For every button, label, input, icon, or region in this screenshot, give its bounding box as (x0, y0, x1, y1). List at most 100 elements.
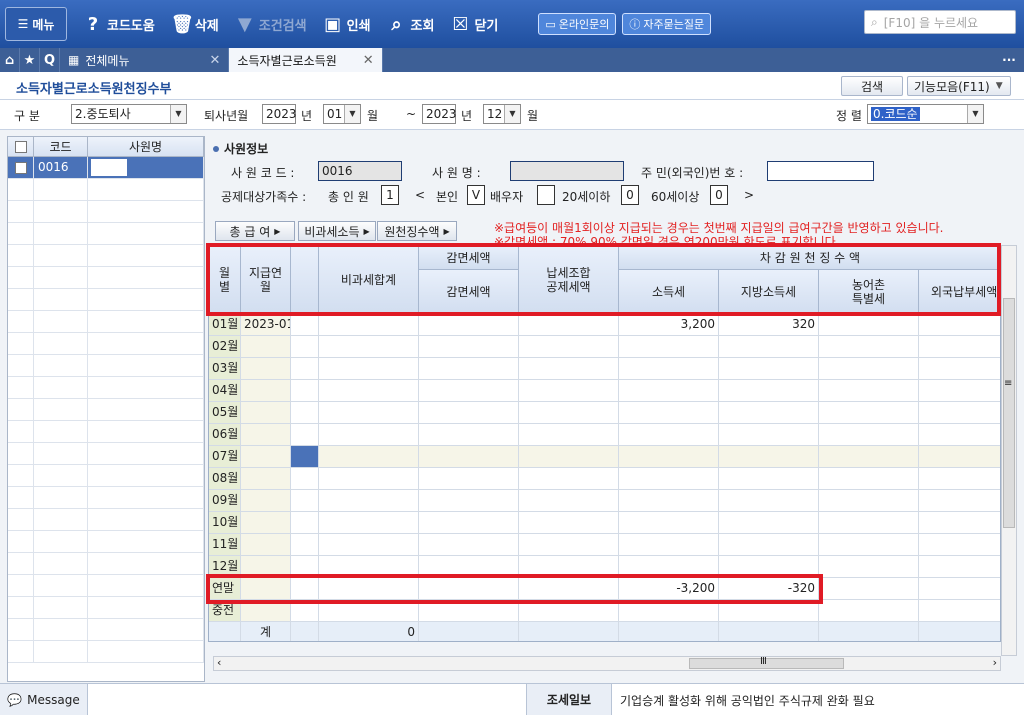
tab-all-menu[interactable]: ▦ 전체메뉴 ✕ (60, 48, 230, 72)
grid-cell-foreign[interactable] (919, 490, 1000, 512)
grid-cell-income[interactable] (619, 468, 719, 490)
grid-cell-income[interactable] (619, 512, 719, 534)
grid-cell-income[interactable] (619, 622, 719, 641)
grid-cell-blank[interactable] (291, 358, 319, 380)
grid-cell-pay[interactable] (241, 446, 291, 468)
grid-cell-nontax[interactable]: 0 (319, 622, 419, 641)
grid-cell-blank[interactable] (291, 578, 319, 600)
grid-cell-rural[interactable] (819, 314, 919, 336)
grid-cell-nontax[interactable] (319, 512, 419, 534)
grid-cell-local[interactable] (719, 380, 819, 402)
grid-cell-local[interactable] (719, 512, 819, 534)
quick-search-icon[interactable]: Q (40, 48, 60, 72)
grid-cell-foreign[interactable] (919, 556, 1000, 578)
grid-cell-union[interactable] (519, 358, 619, 380)
tab-withholding-ledger[interactable]: 소득자별근로소득원 ✕ (229, 48, 383, 72)
grid-cell-union[interactable] (519, 490, 619, 512)
grid-cell-foreign[interactable] (919, 314, 1000, 336)
grid-cell-blank[interactable] (291, 556, 319, 578)
view-button[interactable]: ⌕ 조회 (387, 7, 434, 41)
grid-cell-pay[interactable] (241, 358, 291, 380)
grid-cell-income[interactable] (619, 424, 719, 446)
grid-cell-blank[interactable] (291, 600, 319, 622)
total-persons-field[interactable]: 1 (381, 185, 399, 205)
grid-cell-foreign[interactable] (919, 424, 1000, 446)
home-icon[interactable]: ⌂ (0, 48, 20, 72)
grid-cell-nontax[interactable] (319, 314, 419, 336)
scroll-right-icon[interactable]: › (993, 656, 997, 669)
grid-cell-reduction[interactable] (419, 402, 519, 424)
grid-cell-local[interactable] (719, 534, 819, 556)
grid-cell-union[interactable] (519, 446, 619, 468)
spouse-checkbox[interactable] (537, 185, 555, 205)
grid-row[interactable]: 10월 (209, 512, 1000, 534)
grid-cell-nontax[interactable] (319, 534, 419, 556)
grid-cell-nontax[interactable] (319, 556, 419, 578)
grid-cell-reduction[interactable] (419, 424, 519, 446)
grid-cell-nontax[interactable] (319, 380, 419, 402)
grid-cell-pay[interactable] (241, 512, 291, 534)
grid-cell-blank[interactable] (291, 622, 319, 641)
grid-cell-income[interactable] (619, 336, 719, 358)
horizontal-scrollbar[interactable]: ‹ Ⅲ › (213, 656, 1001, 671)
grid-cell-income[interactable] (619, 402, 719, 424)
vertical-scrollbar[interactable]: ≡ (1001, 245, 1017, 656)
self-checkbox[interactable]: V (467, 185, 485, 205)
grid-cell-pay[interactable] (241, 380, 291, 402)
grid-cell-blank[interactable] (291, 424, 319, 446)
grid-cell-income[interactable] (619, 534, 719, 556)
next-arrow[interactable]: > (744, 188, 754, 202)
grid-cell-blank[interactable] (291, 534, 319, 556)
tab-nontax-income[interactable]: 비과세소득 ▶ (298, 221, 376, 241)
grid-cell-nontax[interactable] (319, 424, 419, 446)
grid-row[interactable]: 07월 (209, 446, 1000, 468)
grid-cell-union[interactable] (519, 468, 619, 490)
grid-row[interactable]: 11월 (209, 534, 1000, 556)
grid-cell-pay[interactable] (241, 336, 291, 358)
news-ticker[interactable]: 기업승계 활성화 위해 공익법인 주식규제 완화 필요 (620, 692, 875, 709)
grid-cell-foreign[interactable] (919, 512, 1000, 534)
grid-cell-union[interactable] (519, 600, 619, 622)
grid-cell-reduction[interactable] (419, 358, 519, 380)
grid-cell-foreign[interactable] (919, 402, 1000, 424)
year-from-input[interactable]: 2023 (262, 104, 297, 124)
delete-button[interactable]: 🗑 삭제 (171, 7, 219, 41)
grid-row[interactable]: 계0 (209, 622, 1000, 641)
grid-cell-union[interactable] (519, 578, 619, 600)
grid-cell-income[interactable]: -3,200 (619, 578, 719, 600)
year-to-input[interactable]: 2023 (422, 104, 457, 124)
grid-cell-rural[interactable] (819, 534, 919, 556)
month-to-select[interactable]: 12 ▼ (483, 104, 521, 124)
grid-cell-pay[interactable] (241, 468, 291, 490)
grid-cell-local[interactable]: 320 (719, 314, 819, 336)
resident-number-field[interactable] (767, 161, 874, 181)
grid-cell-union[interactable] (519, 336, 619, 358)
grid-cell-foreign[interactable] (919, 534, 1000, 556)
close-icon[interactable]: ✕ (363, 53, 374, 68)
tab-withholding-amount[interactable]: 원천징수액 ▶ (377, 221, 457, 241)
grid-cell-reduction[interactable] (419, 556, 519, 578)
grid-cell-foreign[interactable] (919, 380, 1000, 402)
code-help-button[interactable]: ? 코드도움 (83, 7, 155, 41)
grid-cell-income[interactable] (619, 358, 719, 380)
menu-search-input[interactable]: ⌕ [F10] 을 누르세요 (864, 10, 1016, 34)
grid-cell-local[interactable] (719, 336, 819, 358)
grid-cell-pay[interactable] (241, 490, 291, 512)
grid-row[interactable]: 03월 (209, 358, 1000, 380)
grid-row[interactable]: 05월 (209, 402, 1000, 424)
grid-cell-local[interactable] (719, 468, 819, 490)
star-icon[interactable]: ★ (20, 48, 40, 72)
search-button[interactable]: 검색 (841, 76, 903, 96)
online-inquiry-button[interactable]: ▭ 온라인문의 (538, 13, 617, 35)
grid-row[interactable]: 09월 (209, 490, 1000, 512)
grid-cell-nontax[interactable] (319, 578, 419, 600)
grid-cell-pay[interactable] (241, 600, 291, 622)
employee-name-field[interactable] (510, 161, 624, 181)
grid-cell-union[interactable] (519, 380, 619, 402)
grid-cell-union[interactable] (519, 314, 619, 336)
grid-cell-rural[interactable] (819, 600, 919, 622)
grid-cell-income[interactable]: 3,200 (619, 314, 719, 336)
grid-cell-reduction[interactable] (419, 468, 519, 490)
grid-cell-reduction[interactable] (419, 490, 519, 512)
grid-cell-foreign[interactable] (919, 578, 1000, 600)
